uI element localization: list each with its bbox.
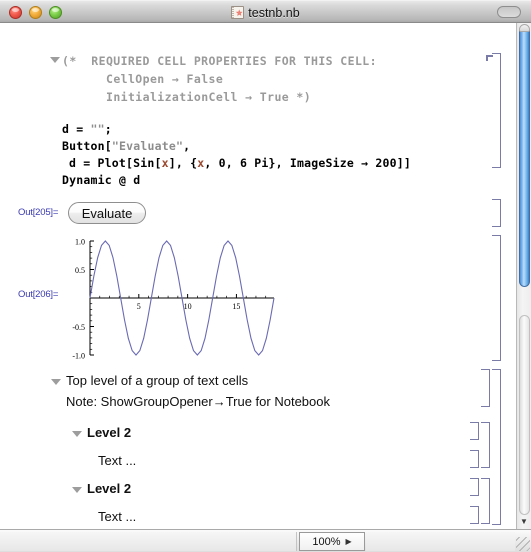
text-cell-level2-first[interactable]: Level 2 bbox=[87, 425, 131, 440]
cell-bracket-level2-heading-first[interactable] bbox=[470, 422, 479, 440]
cell-bracket-out-206[interactable] bbox=[492, 235, 501, 361]
cell-bracket-level2-group-second[interactable] bbox=[481, 478, 490, 524]
group-opener-level2-second[interactable] bbox=[72, 487, 82, 493]
horizontal-scrollbar-left[interactable] bbox=[0, 532, 297, 551]
window-title: testnb.nb bbox=[248, 5, 300, 20]
close-window-button[interactable] bbox=[9, 6, 22, 19]
svg-text:5: 5 bbox=[137, 302, 141, 311]
notebook-document: (* REQUIRED CELL PROPERTIES FOR THIS CEL… bbox=[0, 23, 501, 529]
vertical-scrollbar-track[interactable] bbox=[519, 315, 530, 515]
zoom-level-control[interactable]: 100% ▶ bbox=[299, 532, 365, 551]
minimize-window-button[interactable] bbox=[29, 6, 42, 19]
cell-bracket-level2-body-first[interactable] bbox=[470, 450, 479, 468]
window-resize-grip[interactable] bbox=[516, 537, 530, 551]
text-cell-note[interactable]: Note: ShowGroupOpener→True for Notebook bbox=[66, 394, 330, 409]
group-opener-top-level[interactable] bbox=[51, 379, 61, 385]
input-code-block[interactable]: d = ""; Button["Evaluate", d = Plot[Sin[x]… bbox=[62, 121, 411, 189]
group-opener-level2-first[interactable] bbox=[72, 431, 82, 437]
svg-text:0.5: 0.5 bbox=[75, 266, 85, 275]
notebook-content-area: (* REQUIRED CELL PROPERTIES FOR THIS CEL… bbox=[0, 23, 531, 529]
plot-x-tick-labels: 5 10 15 bbox=[137, 302, 241, 311]
window-title-bar: testnb.nb bbox=[0, 0, 531, 23]
cell-bracket-top-level-cell[interactable] bbox=[481, 369, 490, 407]
maximize-window-button[interactable] bbox=[49, 6, 62, 19]
out-label-206: Out[206]= bbox=[18, 289, 59, 300]
toolbar-toggle-button[interactable] bbox=[497, 6, 521, 18]
svg-text:15: 15 bbox=[232, 302, 240, 311]
cell-bracket-level2-body-second[interactable] bbox=[470, 506, 479, 524]
svg-text:10: 10 bbox=[184, 302, 192, 311]
cell-bracket-initialization-code[interactable] bbox=[486, 53, 501, 168]
evaluate-button[interactable]: Evaluate bbox=[68, 202, 146, 224]
comment-line-2: CellOpen → False bbox=[106, 72, 224, 86]
svg-text:-0.5: -0.5 bbox=[72, 323, 85, 332]
plot-y-tick-labels: -1.0 -0.5 0.5 1.0 bbox=[72, 237, 85, 360]
svg-text:-1.0: -1.0 bbox=[72, 351, 85, 359]
code-line1-semicolon: ; bbox=[104, 122, 112, 136]
code-line2-button: Button[ bbox=[62, 139, 112, 153]
cell-bracket-out-205[interactable] bbox=[492, 199, 501, 227]
group-opener-code-cell[interactable] bbox=[50, 57, 60, 63]
code-line1-assign: d = bbox=[62, 122, 91, 136]
code-line3-tail: , 0, 6 Pi}, ImageSize → 200]] bbox=[204, 156, 411, 170]
text-cell-level2-second[interactable]: Level 2 bbox=[87, 481, 131, 496]
code-line3-mid: ], { bbox=[168, 156, 198, 170]
scroll-down-arrow-icon[interactable]: ▼ bbox=[517, 514, 531, 529]
cell-bracket-level2-group-first[interactable] bbox=[481, 422, 490, 468]
code-line3-plot: d = Plot[Sin[ bbox=[69, 156, 162, 170]
text-cell-body-first[interactable]: Text ... bbox=[98, 453, 136, 468]
code-line3-var-x1: x bbox=[161, 156, 169, 170]
vertical-scrollbar[interactable]: ▼ bbox=[516, 23, 531, 529]
cell-bracket-text-group-outer[interactable] bbox=[492, 369, 501, 525]
comment-line-3: InitializationCell → True *) bbox=[106, 90, 312, 104]
out-label-205: Out[205]= bbox=[18, 207, 59, 218]
code-line1-string: "" bbox=[90, 122, 105, 136]
code-line2-comma: , bbox=[183, 139, 191, 153]
sine-plot-output[interactable]: -1.0 -0.5 0.5 1.0 5 10 15 bbox=[62, 237, 277, 360]
sine-plot-svg: -1.0 -0.5 0.5 1.0 5 10 15 bbox=[72, 237, 275, 360]
horizontal-scrollbar-right[interactable] bbox=[366, 532, 515, 551]
window-title-group: testnb.nb bbox=[0, 1, 531, 24]
svg-text:1.0: 1.0 bbox=[75, 237, 85, 246]
notebook-window: testnb.nb (* REQUIRED CELL PROPERTIES FO… bbox=[0, 0, 531, 552]
window-bottom-bar: 100% ▶ bbox=[0, 529, 531, 552]
vertical-scrollbar-thumb-cap bbox=[519, 24, 530, 32]
code-line4-dynamic: Dynamic @ d bbox=[62, 173, 141, 187]
vertical-scrollbar-thumb[interactable] bbox=[519, 25, 530, 287]
code-comment-block[interactable]: (* REQUIRED CELL PROPERTIES FOR THIS CEL… bbox=[62, 52, 462, 106]
zoom-dropdown-arrow-icon[interactable]: ▶ bbox=[345, 537, 351, 546]
zoom-level-value: 100% bbox=[312, 535, 341, 548]
text-cell-body-second[interactable]: Text ... bbox=[98, 509, 136, 524]
code-line2-string: "Evaluate" bbox=[111, 139, 184, 153]
plot-x-major-ticks bbox=[138, 294, 237, 298]
text-cell-top-level[interactable]: Top level of a group of text cells bbox=[66, 373, 248, 388]
mathematica-notebook-icon bbox=[231, 6, 245, 19]
cell-bracket-level2-heading-second[interactable] bbox=[470, 478, 479, 496]
comment-line-1: (* REQUIRED CELL PROPERTIES FOR THIS CEL… bbox=[62, 54, 377, 68]
